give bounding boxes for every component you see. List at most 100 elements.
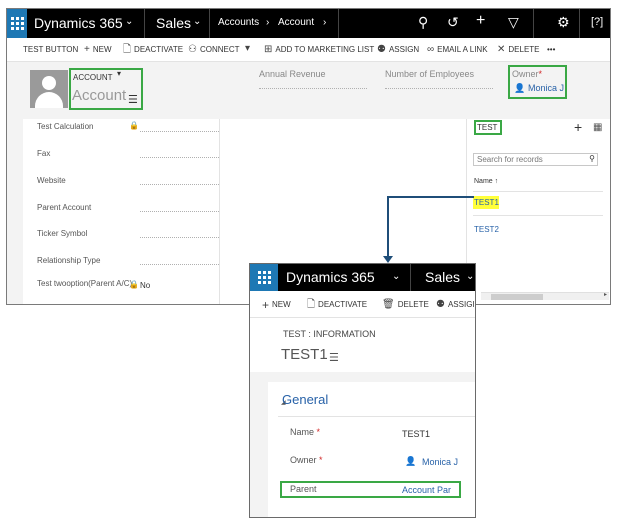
plus-icon: + <box>84 43 90 55</box>
chevron-down-icon[interactable]: ⌄ <box>392 271 400 282</box>
command-label: TEST BUTTON <box>23 45 79 54</box>
command-label: DEACTIVATE <box>318 300 368 309</box>
new-button[interactable]: + NEW <box>84 43 112 55</box>
app-name[interactable]: Dynamics 365 <box>34 15 123 31</box>
field-label: Test twooption(Parent A/C) <box>37 279 133 288</box>
filter-icon[interactable]: ▽ <box>508 14 519 31</box>
command-label: NEW <box>272 300 291 309</box>
test-button[interactable]: TEST BUTTON <box>23 45 78 54</box>
assign-icon: ⚉ <box>436 298 445 310</box>
history-icon[interactable]: ↺ <box>447 14 459 31</box>
chevron-down-icon: ▾ <box>245 43 251 54</box>
scroll-right-icon[interactable]: ▸ <box>604 291 607 298</box>
field-label: Website <box>37 176 66 185</box>
employees-value[interactable] <box>385 88 493 89</box>
chevron-right-icon[interactable]: › <box>323 17 326 28</box>
document-deactivate-icon: 🗋 <box>307 298 316 310</box>
record-name: Account <box>72 87 127 104</box>
test1-row-link[interactable]: TEST1 <box>473 196 499 209</box>
fax-input[interactable] <box>140 157 219 158</box>
deactivate-button[interactable]: 🗋 DEACTIVATE <box>123 43 184 55</box>
form-menu-icon[interactable]: ☰ <box>329 351 339 364</box>
parent-account-input[interactable] <box>140 211 219 212</box>
record-form-label: TEST : INFORMATION <box>283 329 376 339</box>
account-form-window: Dynamics 365 ⌄ Sales ⌄ Accounts › Accoun… <box>6 8 611 305</box>
breadcrumb-accounts[interactable]: Accounts <box>218 17 259 28</box>
search-icon[interactable]: ⚲ <box>418 14 428 31</box>
owner-field[interactable]: Monica J <box>422 457 458 467</box>
assign-button[interactable]: ⚉ ASSIGI <box>436 298 475 310</box>
deactivate-button[interactable]: 🗋 DEACTIVATE <box>307 298 368 310</box>
area-name[interactable]: Sales <box>425 269 460 285</box>
email-a-link-button[interactable]: ∞ EMAIL A LINK <box>427 44 488 54</box>
connect-dropdown[interactable]: ▾ <box>245 43 251 54</box>
lock-icon: 🔒 <box>129 121 139 130</box>
waffle-icon <box>257 271 271 284</box>
command-label: ADD TO MARKETING LIST <box>275 45 375 54</box>
chevron-down-icon[interactable]: ⌄ <box>193 16 201 27</box>
left-rail <box>7 119 23 304</box>
command-label: NEW <box>92 45 112 54</box>
section-title[interactable]: General <box>282 392 328 407</box>
entity-switcher-caret[interactable]: ▾ <box>117 69 121 78</box>
document-deactivate-icon: 🗋 <box>123 43 132 55</box>
breadcrumb-account[interactable]: Account <box>278 17 314 28</box>
entity-label[interactable]: ACCOUNT <box>73 73 113 82</box>
help-icon[interactable]: [?] <box>591 16 603 28</box>
avatar[interactable] <box>30 70 68 108</box>
gear-icon[interactable]: ⚙ <box>557 14 570 31</box>
connect-button[interactable]: ⚇ CONNECT <box>188 44 240 54</box>
annual-revenue-value[interactable] <box>259 88 367 89</box>
field-label: Parent Account <box>37 203 92 212</box>
test2-row-link[interactable]: TEST2 <box>474 225 499 234</box>
app-launcher-button[interactable] <box>7 9 27 38</box>
test-subgrid: TEST + ▦ Search for records ⚲ Name ↑ TES… <box>467 119 610 304</box>
record-header: ACCOUNT ▾ Account ☰ Annual Revenue Numbe… <box>7 62 610 119</box>
assign-button[interactable]: ⚉ ASSIGN <box>377 44 419 54</box>
search-placeholder: Search for records <box>477 155 543 164</box>
form-menu-icon[interactable]: ☰ <box>128 93 138 106</box>
chevron-down-icon[interactable]: ⌄ <box>125 16 133 27</box>
subgrid-search-input[interactable]: Search for records ⚲ <box>473 153 598 166</box>
chevron-down-icon[interactable]: ⌄ <box>466 271 474 282</box>
test-calculation-value <box>140 131 219 132</box>
add-record-button[interactable]: + <box>574 119 582 135</box>
chevron-right-icon: › <box>266 17 270 28</box>
command-label: EMAIL A LINK <box>437 45 488 54</box>
arrow-connector <box>387 196 474 198</box>
grid-view-icon[interactable]: ▦ <box>593 122 602 133</box>
add-to-marketing-list-button[interactable]: ⊞ ADD TO MARKETING LIST <box>264 44 375 54</box>
annual-revenue-label: Annual Revenue <box>259 69 326 79</box>
relationship-type-select[interactable] <box>140 264 219 265</box>
account-details-form: Test Calculation 🔒 Fax Website Parent Ac… <box>23 119 220 304</box>
plus-icon[interactable]: + <box>476 12 485 30</box>
delete-button[interactable]: 🗑 DELETE <box>382 298 429 310</box>
field-label: Name * <box>290 427 321 437</box>
command-label: CONNECT <box>199 45 240 54</box>
delete-button[interactable]: ✕ DELETE <box>497 44 540 54</box>
lock-icon: 🔒 <box>129 280 139 289</box>
command-label: DEACTIVATE <box>134 45 184 54</box>
plus-icon: + <box>262 297 270 312</box>
new-button[interactable]: + NEW <box>262 297 291 312</box>
field-label: Owner * <box>290 455 323 465</box>
owner-value[interactable]: Monica J <box>528 83 564 93</box>
parent-field[interactable]: Account Par <box>402 485 451 495</box>
search-icon[interactable]: ⚲ <box>589 154 595 163</box>
field-label: Parent <box>290 484 317 494</box>
name-field[interactable]: TEST1 <box>402 429 430 439</box>
horizontal-scrollbar[interactable]: ▸ <box>481 292 609 300</box>
command-bar: + NEW 🗋 DEACTIVATE 🗑 DELETE ⚉ ASSIGI <box>250 291 475 318</box>
name-column-header[interactable]: Name ↑ <box>474 178 498 185</box>
delete-icon: 🗑 <box>382 298 395 310</box>
app-launcher-button[interactable] <box>250 264 278 291</box>
arrow-connector <box>387 196 389 258</box>
command-label: DELETE <box>397 300 429 309</box>
top-nav-bar: Dynamics 365 ⌄ Sales ⌄ <box>250 264 475 291</box>
area-name[interactable]: Sales <box>156 15 191 31</box>
app-name[interactable]: Dynamics 365 <box>286 269 375 285</box>
more-commands-button[interactable]: ••• <box>547 45 555 54</box>
top-nav-bar: Dynamics 365 ⌄ Sales ⌄ Accounts › Accoun… <box>7 9 610 38</box>
ticker-symbol-input[interactable] <box>140 237 219 238</box>
website-input[interactable] <box>140 184 219 185</box>
